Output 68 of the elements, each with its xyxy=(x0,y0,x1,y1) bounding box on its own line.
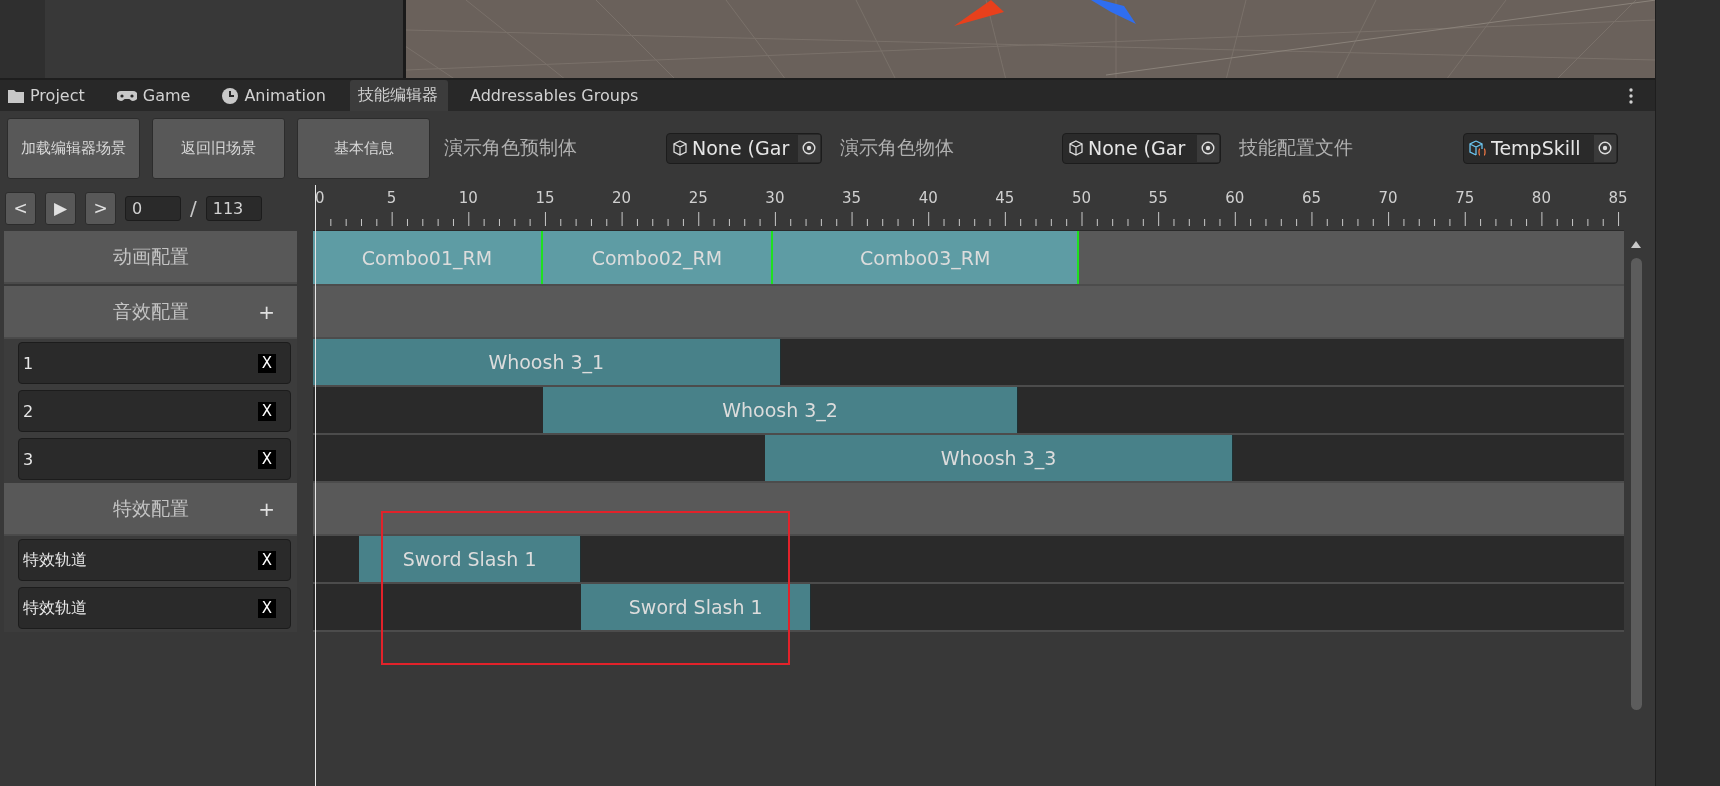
frame-input[interactable]: 0 xyxy=(125,195,181,221)
ruler-label: 45 xyxy=(995,189,1015,207)
remove-button[interactable]: X xyxy=(258,401,276,421)
ruler-label: 70 xyxy=(1378,189,1398,207)
field-label: 演示角色物体 xyxy=(840,135,954,160)
object-field[interactable]: TempSkill xyxy=(1463,132,1618,164)
gamepad-icon xyxy=(116,89,137,102)
track-item[interactable]: 3 X xyxy=(18,438,291,480)
add-button[interactable]: + xyxy=(258,496,275,521)
object-field[interactable]: None (Gar xyxy=(666,132,822,164)
track-item[interactable]: 特效轨道 X xyxy=(18,587,291,629)
toolbar-button[interactable]: 基本信息 xyxy=(297,117,430,179)
ruler-label: 55 xyxy=(1148,189,1168,207)
folder-icon xyxy=(8,88,24,103)
ruler-label: 0 xyxy=(315,189,325,207)
scrollbar-thumb[interactable] xyxy=(1630,258,1642,710)
ruler-label: 75 xyxy=(1455,189,1475,207)
ruler-label: 65 xyxy=(1301,189,1321,207)
more-menu-icon[interactable] xyxy=(1629,88,1633,104)
script-cube-icon xyxy=(1469,140,1487,156)
tab[interactable]: Project xyxy=(0,80,95,111)
tab[interactable]: Addressables Groups xyxy=(461,80,649,111)
ruler-label: 35 xyxy=(842,189,862,207)
object-picker-button[interactable] xyxy=(1197,134,1219,162)
ruler-label: 50 xyxy=(1071,189,1092,207)
toolbar-button[interactable]: 加载编辑器场景 xyxy=(7,117,140,179)
tab[interactable]: 技能编辑器 xyxy=(349,80,448,111)
clock-icon xyxy=(222,87,239,104)
ruler-label: 80 xyxy=(1531,189,1551,207)
ruler-label: 30 xyxy=(765,189,785,207)
remove-button[interactable]: X xyxy=(258,449,276,469)
scroll-up-icon[interactable] xyxy=(1631,241,1641,248)
field-label: 技能配置文件 xyxy=(1239,135,1353,160)
add-button[interactable]: + xyxy=(258,299,275,324)
ruler-label: 25 xyxy=(688,189,708,207)
cube-icon xyxy=(672,140,688,156)
frame-separator: / xyxy=(190,196,197,220)
total-frames-input[interactable]: 113 xyxy=(205,195,262,221)
target-icon xyxy=(1201,141,1215,155)
target-icon xyxy=(1598,141,1612,155)
ruler-label: 20 xyxy=(612,189,632,207)
ruler-label: 15 xyxy=(535,189,555,207)
tab[interactable]: Animation xyxy=(214,80,336,111)
section-title: 音效配置 xyxy=(112,298,189,324)
object-field[interactable]: None (Gar xyxy=(1062,132,1221,164)
track-item[interactable]: 1 X xyxy=(18,342,291,384)
playback-button[interactable]: < xyxy=(5,191,36,225)
cube-icon xyxy=(1068,140,1084,156)
ruler-label: 40 xyxy=(918,189,938,207)
ruler-label: 5 xyxy=(386,189,397,207)
object-picker-button[interactable] xyxy=(1594,134,1616,162)
ruler-label: 10 xyxy=(458,189,478,207)
remove-button[interactable]: X xyxy=(258,353,276,373)
section-title: 特效配置 xyxy=(112,495,189,521)
toolbar-button[interactable]: 返回旧场景 xyxy=(152,117,285,179)
ruler-label: 60 xyxy=(1225,189,1245,207)
playback-button[interactable]: > xyxy=(85,191,116,225)
object-picker-button[interactable] xyxy=(798,134,820,162)
remove-button[interactable]: X xyxy=(258,598,276,618)
remove-button[interactable]: X xyxy=(258,550,276,570)
ruler-label: 85 xyxy=(1608,189,1628,207)
track-item[interactable]: 2 X xyxy=(18,390,291,432)
field-label: 演示角色预制体 xyxy=(444,135,577,160)
target-icon xyxy=(802,141,816,155)
tab[interactable]: Game xyxy=(108,80,201,111)
section-title: 动画配置 xyxy=(112,243,189,269)
playback-button[interactable]: ▶ xyxy=(45,191,76,225)
track-item[interactable]: 特效轨道 X xyxy=(18,539,291,581)
